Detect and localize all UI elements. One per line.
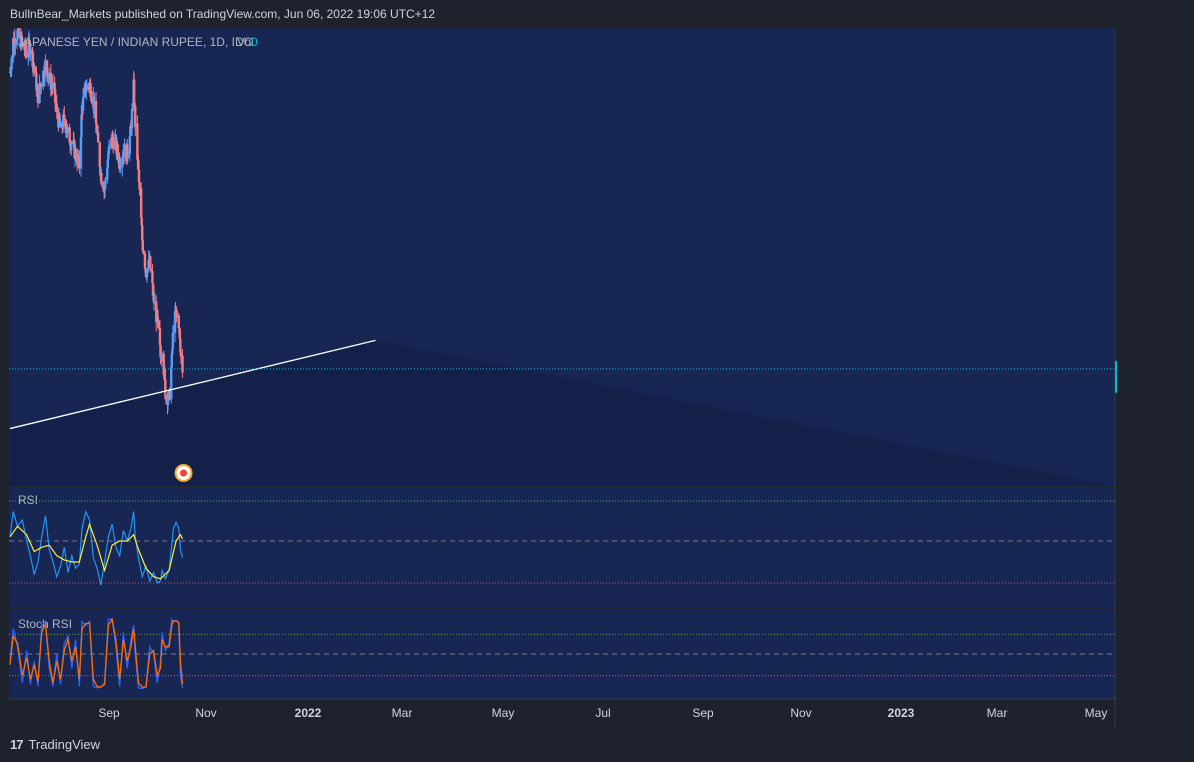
footer-brand-label: TradingView (28, 737, 101, 752)
candle-body (14, 43, 17, 46)
candle-body (115, 141, 119, 153)
candle-body (170, 367, 173, 400)
symbol-title: JAPANESE YEN / INDIAN RUPEE, 1D, IDC (18, 35, 253, 49)
candle-body (70, 142, 74, 144)
candle-body (127, 154, 130, 158)
candle-body (163, 369, 166, 380)
candle-body (138, 181, 141, 189)
candle-body (136, 123, 139, 160)
time-axis-tick: Nov (195, 706, 216, 720)
time-axis-tick: Mar (987, 706, 1008, 720)
candle-body (181, 355, 184, 373)
candle-body (179, 339, 182, 353)
time-axis[interactable] (9, 700, 1115, 727)
candle-body (106, 168, 109, 180)
candle-body (142, 250, 145, 254)
candle-body (108, 145, 111, 147)
candle-body (104, 179, 107, 182)
time-axis-tick: Jul (595, 706, 610, 720)
time-axis-tick: Sep (98, 706, 120, 720)
candle-body (143, 253, 147, 268)
rsi-title: RSI (18, 493, 38, 507)
time-axis-tick: Mar (392, 706, 413, 720)
candle-body (63, 114, 66, 121)
candle-body (100, 182, 104, 185)
event-marker-dot (180, 469, 188, 477)
time-axis-tick: Sep (692, 706, 714, 720)
tradingview-logo-icon: 17 (10, 737, 24, 752)
time-axis-tick: Nov (790, 706, 811, 720)
candle-body (89, 83, 92, 98)
candle-body (32, 65, 36, 69)
last-price-badge[interactable] (1115, 360, 1117, 393)
candle-body (175, 314, 179, 316)
footer-brand[interactable]: 17 TradingView (10, 737, 100, 752)
candle-body (179, 352, 183, 356)
candle-body (119, 167, 122, 169)
chart-frame[interactable]: 0.680000.670000.660000.650000.640000.630… (9, 28, 1117, 727)
candle-body (149, 268, 153, 271)
candle-body (157, 320, 160, 329)
candle-body (130, 108, 134, 129)
candle-body (10, 58, 13, 70)
time-axis-tick: 2023 (888, 706, 915, 720)
publish-header: BullnBear_Markets published on TradingVi… (10, 7, 436, 21)
candle-body (132, 79, 136, 106)
candle-body (74, 148, 77, 158)
candle-body (55, 103, 58, 113)
candle-body (172, 332, 175, 334)
candle-body (81, 97, 85, 111)
chart-canvas[interactable]: 0.680000.670000.660000.650000.640000.630… (9, 28, 1117, 727)
time-axis-tick: May (492, 706, 515, 720)
candle-body (100, 172, 103, 183)
candle-body (96, 132, 100, 143)
candle-body (40, 86, 43, 88)
volume-value: 0 (251, 35, 258, 49)
time-axis-tick: May (1085, 706, 1108, 720)
candle-body (45, 60, 49, 74)
candle-body (145, 268, 149, 277)
candle-body (98, 142, 101, 167)
time-axis-tick: 2022 (295, 706, 322, 720)
candle-body (53, 82, 56, 90)
candle-body (156, 309, 159, 317)
